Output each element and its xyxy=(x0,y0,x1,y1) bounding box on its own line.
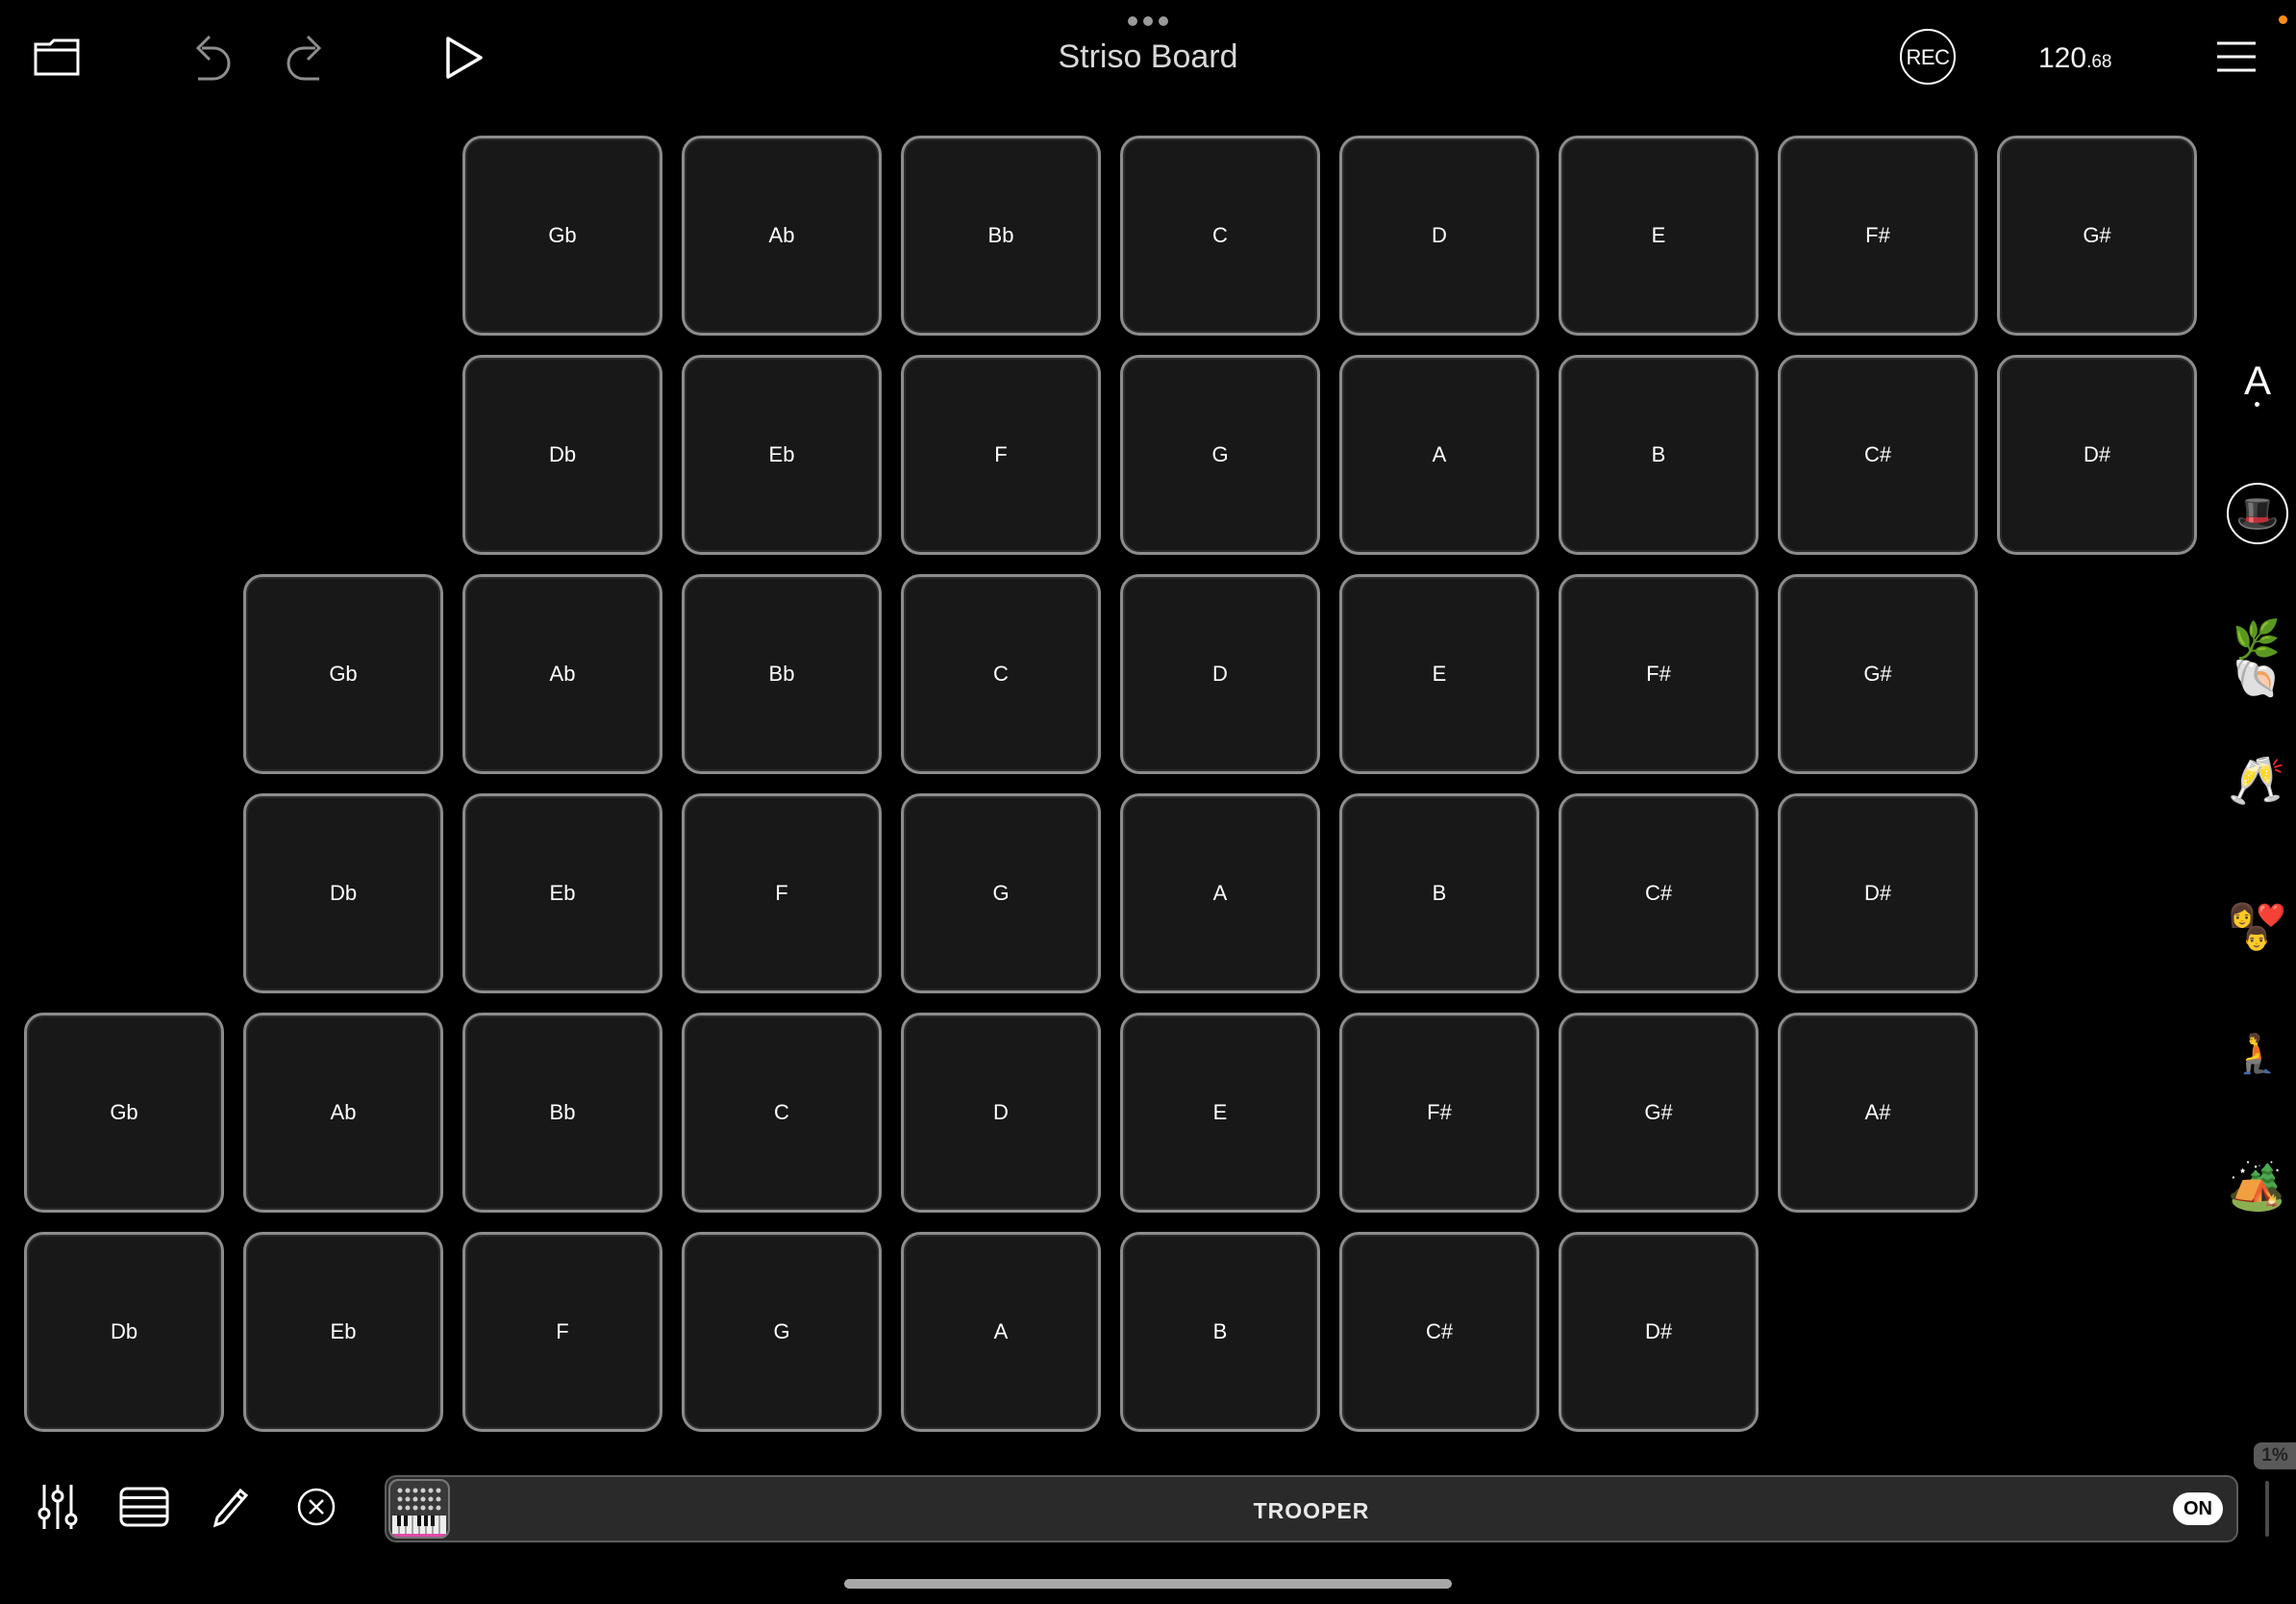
note-pad[interactable]: B xyxy=(1559,355,1759,555)
status-dot xyxy=(2279,15,2287,24)
note-pad[interactable]: B xyxy=(1339,793,1539,993)
mixer-sliders-icon[interactable] xyxy=(37,1483,79,1531)
note-pad[interactable]: A xyxy=(1120,793,1320,993)
note-pad[interactable]: G xyxy=(901,793,1101,993)
more-dots-icon[interactable] xyxy=(1123,12,1173,31)
key-indicator-dot xyxy=(2255,402,2259,407)
note-pad[interactable]: F xyxy=(682,793,882,993)
note-pad[interactable]: Ab xyxy=(243,1013,443,1213)
preset-button-leaf-shell[interactable]: 🌿🐚 xyxy=(2223,621,2290,698)
note-pad[interactable]: Bb xyxy=(901,136,1101,336)
note-pad[interactable]: Eb xyxy=(462,793,662,993)
note-pad[interactable]: Eb xyxy=(682,355,882,555)
preset-button-glasses[interactable]: 🥂 xyxy=(2223,758,2290,804)
play-icon[interactable] xyxy=(444,35,485,81)
cpu-usage-label: 1% xyxy=(2254,1442,2296,1469)
note-pad[interactable]: C# xyxy=(1339,1232,1539,1432)
note-pad[interactable]: Gb xyxy=(24,1013,224,1213)
tempo-main: 120 xyxy=(2038,42,2087,74)
preset-button-hat[interactable]: 🎩 xyxy=(2227,483,2288,544)
note-pad[interactable]: Gb xyxy=(462,136,662,336)
note-pad[interactable]: E xyxy=(1559,136,1759,336)
redo-icon[interactable] xyxy=(283,31,333,85)
note-pad[interactable]: D# xyxy=(1778,793,1978,993)
note-pad[interactable]: C xyxy=(901,574,1101,774)
note-pad[interactable]: D# xyxy=(1559,1232,1759,1432)
note-pad[interactable]: Eb xyxy=(243,1232,443,1432)
note-pad[interactable]: A xyxy=(901,1232,1101,1432)
instrument-name: TROOPER xyxy=(1253,1498,1370,1523)
tempo-display[interactable]: 120.68 xyxy=(2038,42,2111,75)
cpu-meter xyxy=(2265,1481,2269,1537)
note-pad[interactable]: F# xyxy=(1339,1013,1539,1213)
note-pad[interactable]: G# xyxy=(1559,1013,1759,1213)
preset-button-camping[interactable]: 🏕️ xyxy=(2223,1164,2290,1210)
home-indicator[interactable] xyxy=(844,1579,1452,1589)
instrument-bar[interactable]: TROOPER ON xyxy=(385,1475,2238,1542)
note-pad[interactable]: Ab xyxy=(682,136,882,336)
note-pad[interactable]: C# xyxy=(1559,793,1759,993)
note-pad[interactable]: D xyxy=(901,1013,1101,1213)
close-circle-icon[interactable] xyxy=(296,1487,337,1527)
note-pad[interactable]: G# xyxy=(1778,574,1978,774)
folder-icon[interactable] xyxy=(33,37,81,77)
note-pad[interactable]: E xyxy=(1120,1013,1320,1213)
pencil-icon[interactable] xyxy=(212,1485,250,1529)
note-pad[interactable]: D xyxy=(1339,136,1539,336)
note-pad[interactable]: Bb xyxy=(682,574,882,774)
undo-icon[interactable] xyxy=(185,31,235,85)
note-pad[interactable]: E xyxy=(1339,574,1539,774)
note-pad[interactable]: Db xyxy=(243,793,443,993)
preset-button-couple[interactable]: 👩❤️👨 xyxy=(2223,904,2290,950)
note-pad[interactable]: C xyxy=(682,1013,882,1213)
note-pad[interactable]: G# xyxy=(1997,136,2197,336)
power-toggle[interactable]: ON xyxy=(2173,1492,2223,1525)
note-pad[interactable]: G xyxy=(1120,355,1320,555)
preset-button-kneeling[interactable]: 🧎 xyxy=(2223,1035,2290,1073)
note-pad[interactable]: G xyxy=(682,1232,882,1432)
note-pad[interactable]: F# xyxy=(1778,136,1978,336)
key-selector[interactable]: A xyxy=(2231,358,2284,404)
note-pad[interactable]: C xyxy=(1120,136,1320,336)
tempo-fraction: .68 xyxy=(2086,52,2112,72)
note-pad[interactable]: Gb xyxy=(243,574,443,774)
hamburger-menu-icon[interactable] xyxy=(2217,40,2256,73)
note-pad[interactable]: F xyxy=(462,1232,662,1432)
note-pad[interactable]: D xyxy=(1120,574,1320,774)
record-button[interactable]: REC xyxy=(1900,29,1956,85)
note-pad[interactable]: A# xyxy=(1778,1013,1978,1213)
note-pad[interactable]: B xyxy=(1120,1232,1320,1432)
note-pad[interactable]: F xyxy=(901,355,1101,555)
stacked-list-icon[interactable] xyxy=(119,1487,169,1527)
note-pad[interactable]: F# xyxy=(1559,574,1759,774)
note-pad[interactable]: Bb xyxy=(462,1013,662,1213)
note-pad[interactable]: Db xyxy=(24,1232,224,1432)
page-title: Striso Board xyxy=(1058,38,1238,75)
note-pad[interactable]: Ab xyxy=(462,574,662,774)
note-pad[interactable]: C# xyxy=(1778,355,1978,555)
note-pad[interactable]: A xyxy=(1339,355,1539,555)
note-pad[interactable]: D# xyxy=(1997,355,2197,555)
note-pad[interactable]: Db xyxy=(462,355,662,555)
